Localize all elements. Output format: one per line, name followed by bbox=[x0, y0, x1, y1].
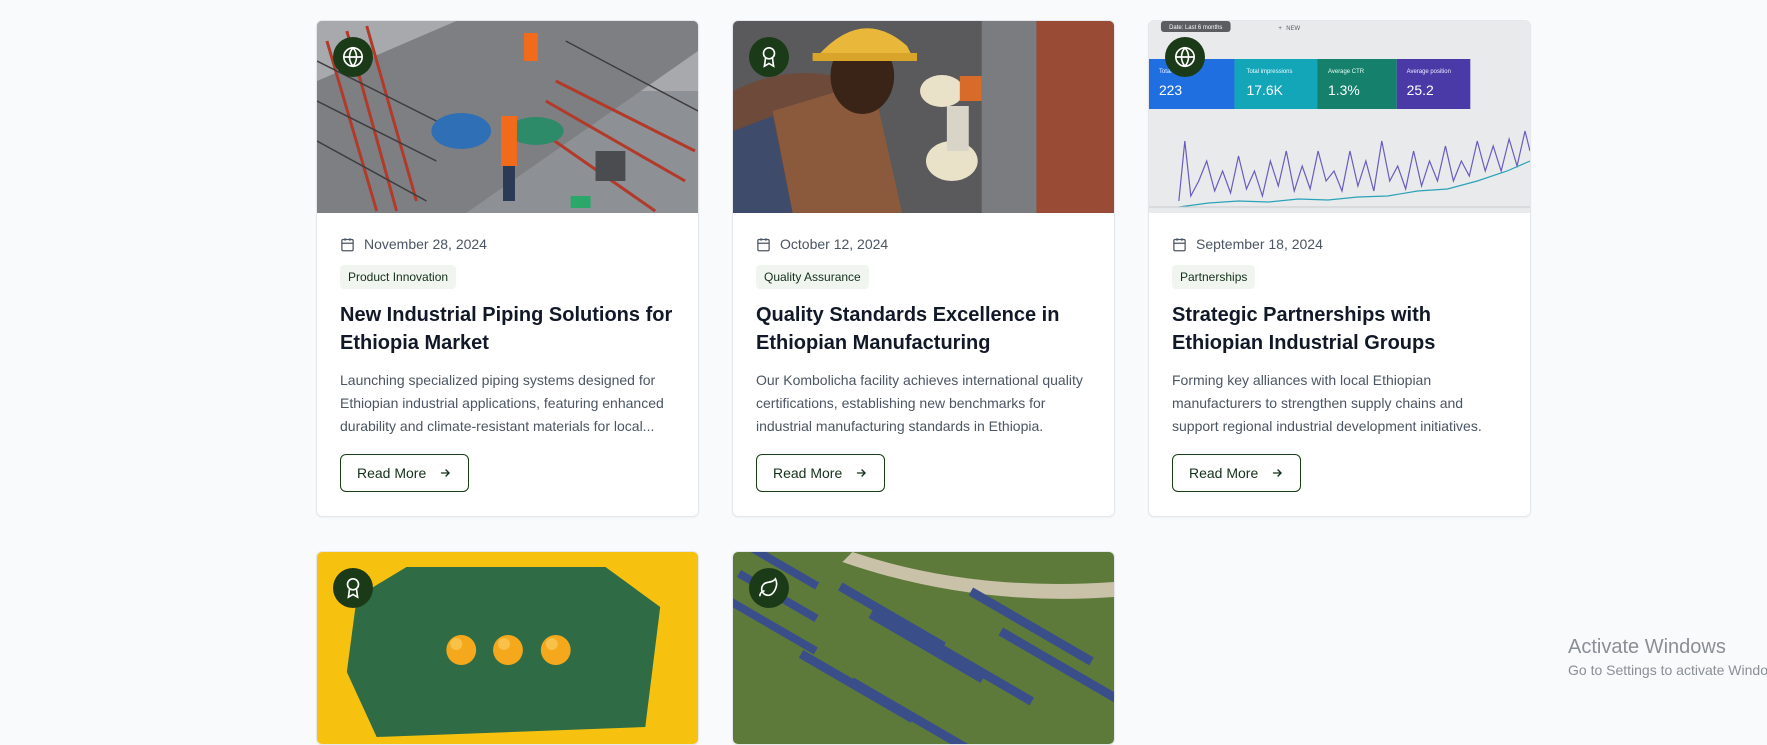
post-excerpt: Our Kombolicha facility achieves interna… bbox=[756, 372, 1083, 434]
news-card: Date: Last 6 months + NEW Total clicks 2… bbox=[1148, 20, 1531, 517]
new-chip: NEW bbox=[1286, 26, 1300, 32]
arrow-right-icon bbox=[441, 469, 451, 477]
date-text: November 28, 2024 bbox=[364, 236, 487, 252]
read-more-label: Read More bbox=[773, 465, 843, 481]
calendar-icon bbox=[1173, 237, 1186, 251]
news-card: October 12, 2024 Quality Assurance Quali… bbox=[732, 20, 1115, 517]
category-tag: Product Innovation bbox=[340, 265, 457, 289]
date-text: September 18, 2024 bbox=[1196, 236, 1323, 252]
svg-text:1.3%: 1.3% bbox=[1328, 82, 1360, 98]
post-excerpt: Launching specialized piping systems des… bbox=[340, 372, 664, 434]
globe-icon bbox=[333, 37, 373, 77]
svg-text:223: 223 bbox=[1159, 82, 1182, 98]
calendar-icon bbox=[757, 237, 770, 251]
news-card bbox=[732, 551, 1115, 745]
read-more-label: Read More bbox=[1189, 465, 1259, 481]
post-title[interactable]: Strategic Partnerships with Ethiopian In… bbox=[1172, 301, 1507, 357]
activate-windows-watermark: Activate Windows Go to Settings to activ… bbox=[1568, 636, 1767, 678]
read-more-button[interactable]: Read More bbox=[340, 454, 470, 492]
card-image[interactable] bbox=[733, 21, 1114, 213]
watermark-title: Activate Windows bbox=[1568, 636, 1726, 658]
post-date: September 18, 2024 bbox=[1172, 236, 1507, 252]
card-image[interactable]: Date: Last 6 months + NEW Total clicks 2… bbox=[1149, 21, 1530, 213]
post-title[interactable]: New Industrial Piping Solutions for Ethi… bbox=[340, 301, 675, 357]
post-excerpt: Forming key alliances with local Ethiopi… bbox=[1172, 372, 1482, 434]
svg-text:Total impressions: Total impressions bbox=[1246, 69, 1292, 75]
solar-farm-image bbox=[733, 552, 1114, 744]
read-more-label: Read More bbox=[357, 465, 427, 481]
svg-text:+: + bbox=[1278, 26, 1282, 32]
svg-text:25.2: 25.2 bbox=[1407, 82, 1434, 98]
award-icon bbox=[749, 37, 789, 77]
card-image[interactable] bbox=[733, 552, 1114, 744]
award-icon bbox=[333, 568, 373, 608]
svg-text:17.6K: 17.6K bbox=[1246, 82, 1283, 98]
news-grid: November 28, 2024 Product Innovation New… bbox=[316, 20, 1531, 745]
card-image[interactable] bbox=[317, 21, 698, 213]
analytics-dashboard-image: Date: Last 6 months + NEW Total clicks 2… bbox=[1149, 21, 1530, 213]
news-card: November 28, 2024 Product Innovation New… bbox=[316, 20, 699, 517]
svg-text:Average CTR: Average CTR bbox=[1328, 69, 1365, 75]
calendar-icon bbox=[341, 237, 354, 251]
crumpled-paper-image bbox=[317, 552, 698, 744]
electrician-image bbox=[733, 21, 1114, 213]
arrow-right-icon bbox=[857, 469, 867, 477]
category-tag: Quality Assurance bbox=[756, 265, 869, 289]
globe-icon bbox=[1165, 37, 1205, 77]
card-image[interactable] bbox=[317, 552, 698, 744]
post-date: October 12, 2024 bbox=[756, 236, 1091, 252]
read-more-button[interactable]: Read More bbox=[756, 454, 886, 492]
read-more-button[interactable]: Read More bbox=[1172, 454, 1302, 492]
news-card bbox=[316, 551, 699, 745]
svg-text:Average position: Average position bbox=[1407, 69, 1451, 75]
date-text: October 12, 2024 bbox=[780, 236, 889, 252]
category-tag: Partnerships bbox=[1172, 265, 1256, 289]
construction-site-image bbox=[317, 21, 698, 213]
post-date: November 28, 2024 bbox=[340, 236, 675, 252]
arrow-right-icon bbox=[1273, 469, 1283, 477]
watermark-subtitle: Go to Settings to activate Windows. bbox=[1568, 662, 1767, 678]
post-title[interactable]: Quality Standards Excellence in Ethiopia… bbox=[756, 301, 1091, 357]
leaf-icon bbox=[749, 568, 789, 608]
date-chip: Date: Last 6 months bbox=[1169, 25, 1222, 31]
